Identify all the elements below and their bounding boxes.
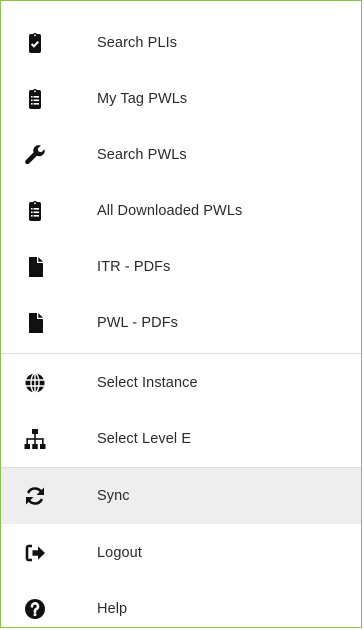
navigation-drawer: Search PLIs My Tag PWLs Search PWLs All … — [0, 0, 362, 628]
menu-item-label: ITR - PDFs — [97, 259, 171, 275]
clipboard-list-icon — [21, 85, 49, 113]
menu-item-help[interactable]: Help — [1, 581, 361, 627]
clipboard-list-icon — [21, 197, 49, 225]
menu-item-label: Search PLIs — [97, 35, 178, 51]
menu-item-select-instance[interactable]: Select Instance — [1, 355, 361, 411]
file-icon — [21, 253, 49, 281]
help-icon — [21, 595, 49, 623]
menu-item-label: All Downloaded PWLs — [97, 203, 243, 219]
menu-item-itr-pdfs[interactable]: ITR - PDFs — [1, 239, 361, 295]
menu-item-logout[interactable]: Logout — [1, 525, 361, 581]
logout-icon — [21, 539, 49, 567]
wrench-icon — [21, 141, 49, 169]
menu-item-pwl-pdfs[interactable]: PWL - PDFs — [1, 295, 361, 351]
menu-item-sync[interactable]: Sync — [1, 468, 361, 524]
menu-item-label: Sync — [97, 488, 130, 504]
menu-item-label: Select Instance — [97, 375, 198, 391]
sitemap-icon — [21, 425, 49, 453]
file-icon — [21, 309, 49, 337]
menu-item-label: Help — [97, 601, 128, 617]
menu-item-label: Search PWLs — [97, 147, 187, 163]
globe-icon — [21, 369, 49, 397]
clipboard-check-icon — [21, 29, 49, 57]
menu-item-my-tag-pwls[interactable]: My Tag PWLs — [1, 71, 361, 127]
menu-item-select-level-e[interactable]: Select Level E — [1, 411, 361, 467]
sync-icon — [21, 482, 49, 510]
menu-item-search-plis[interactable]: Search PLIs — [1, 15, 361, 71]
menu-item-label: PWL - PDFs — [97, 315, 179, 331]
menu-item-all-downloaded-pwls[interactable]: All Downloaded PWLs — [1, 183, 361, 239]
menu-divider — [1, 353, 361, 354]
menu-item-label: My Tag PWLs — [97, 91, 188, 107]
menu-item-label: Select Level E — [97, 431, 192, 447]
menu-item-search-pwls[interactable]: Search PWLs — [1, 127, 361, 183]
menu-item-label: Logout — [97, 545, 142, 561]
